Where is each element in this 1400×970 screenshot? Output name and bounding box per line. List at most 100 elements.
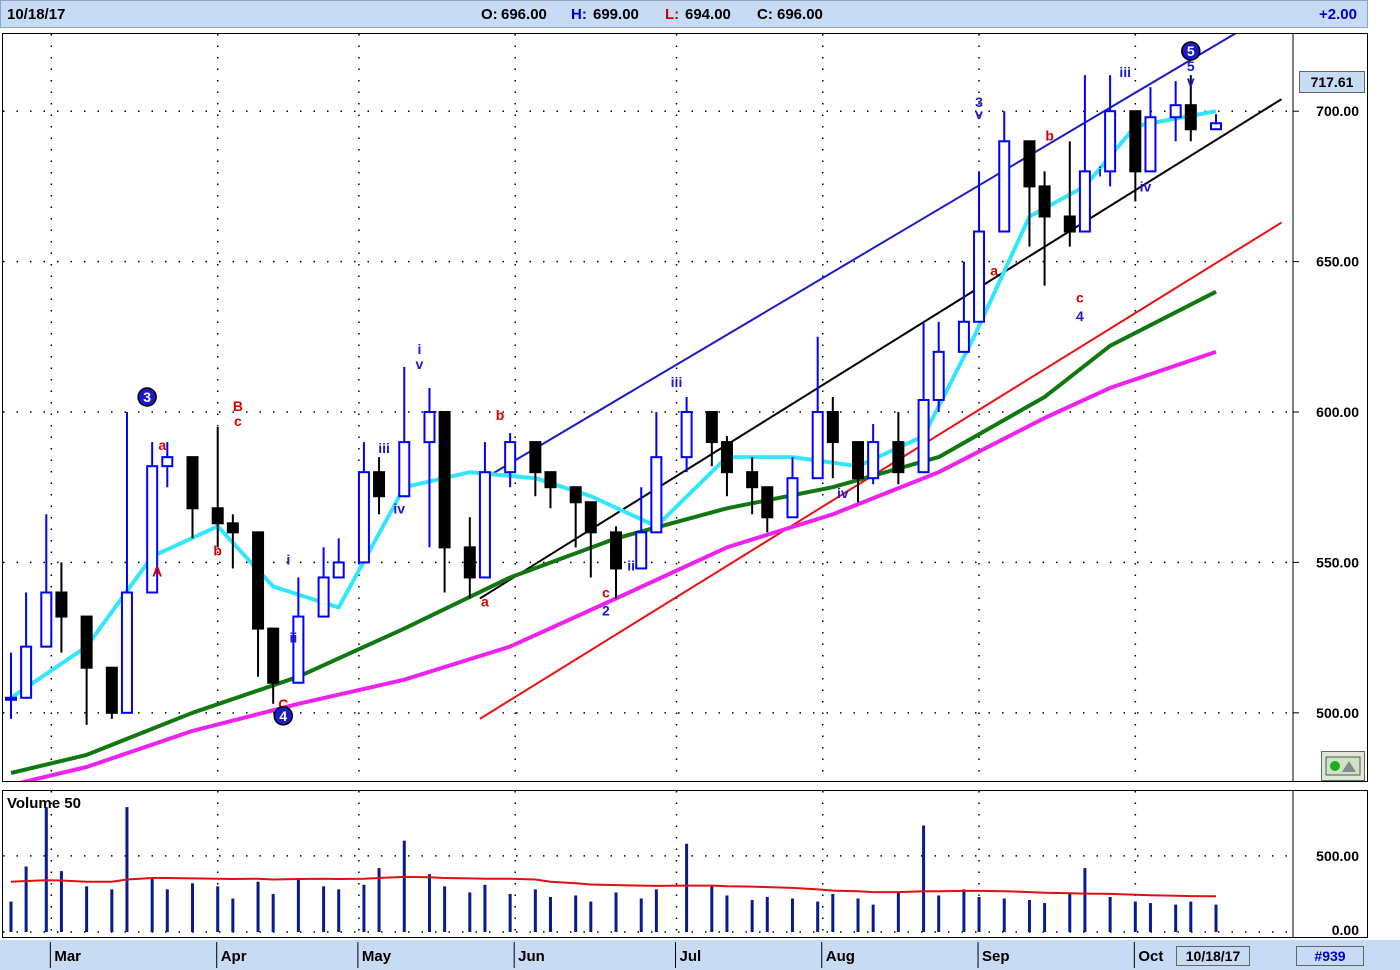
candle-body	[569, 486, 582, 504]
price-candle	[811, 336, 824, 480]
candle-body	[438, 411, 451, 549]
wave-label: iii	[671, 374, 683, 390]
candle-body	[226, 522, 239, 534]
candle-body	[852, 441, 865, 480]
price-candle	[569, 486, 582, 548]
candle-body	[332, 561, 345, 579]
low-value: 694.00	[685, 6, 731, 23]
month-label: May	[362, 948, 392, 965]
wave-label: iv	[393, 500, 405, 516]
wave-label: iii	[1119, 64, 1131, 80]
price-candle	[55, 562, 68, 653]
price-candle	[463, 517, 476, 599]
wave-label: ii	[289, 630, 297, 646]
candle-body	[1144, 116, 1157, 173]
price-candle	[761, 486, 774, 533]
upper-channel-line	[479, 34, 1237, 483]
price-candle	[40, 514, 53, 648]
price-candle	[252, 531, 265, 677]
price-candle	[373, 457, 386, 515]
candle-body	[504, 441, 517, 474]
price-candle	[1169, 81, 1182, 142]
open-value: 696.00	[501, 6, 547, 23]
wave-label: v	[975, 106, 983, 122]
close-value: 696.00	[777, 6, 823, 23]
price-chart[interactable]: 700.00650.00600.00550.00500.003aABcbC4ii…	[3, 34, 1367, 781]
low-label: L:	[665, 6, 680, 23]
candle-body	[1038, 185, 1051, 218]
price-candle	[423, 387, 436, 548]
symbol-count-badge[interactable]: #939	[1296, 946, 1364, 966]
price-candle	[1023, 140, 1036, 247]
price-candle	[357, 442, 370, 564]
candle-body	[867, 441, 880, 480]
wave-label: iv	[1140, 178, 1152, 194]
candle-body	[761, 486, 774, 519]
candle-body	[1063, 215, 1076, 233]
price-candle	[610, 526, 623, 599]
volume-chart[interactable]: 500.00 0.00	[3, 791, 1367, 937]
candle-body	[892, 441, 905, 474]
wave-label: v	[1187, 73, 1195, 89]
candle-body	[826, 411, 839, 444]
price-candle	[120, 412, 133, 714]
wave-label: A	[152, 563, 162, 579]
price-candle	[20, 592, 33, 699]
price-candle	[680, 396, 693, 473]
wave-label: 5	[1187, 58, 1195, 74]
wave-label: B	[233, 398, 243, 414]
price-tick-label: 550.00	[1316, 554, 1359, 570]
candle-body	[1210, 122, 1222, 131]
wave-label-circle: 3	[137, 387, 157, 407]
price-candle	[1144, 87, 1157, 173]
volume-panel[interactable]: 500.00 0.00 Volume 50	[2, 790, 1368, 938]
wave-label: 4	[1076, 308, 1084, 324]
candle-body	[998, 140, 1011, 233]
tools-icon	[1325, 756, 1361, 776]
price-candle	[332, 538, 345, 579]
wave-label: c	[1076, 290, 1084, 306]
candle-body	[357, 471, 370, 564]
price-candle	[1104, 75, 1117, 187]
candle-body	[398, 441, 411, 498]
candle-body	[584, 501, 597, 534]
price-panel[interactable]: 700.00 650.00 600.00 550.00 500.00 3 a A Bc b C 4 ii…	[2, 33, 1368, 782]
price-candle	[1078, 75, 1091, 233]
wave-label: a	[481, 594, 489, 610]
chart-settings-icon[interactable]	[1321, 751, 1365, 781]
price-candle	[892, 412, 905, 485]
price-candle	[998, 111, 1011, 233]
candle-body	[423, 411, 436, 444]
candle-body	[211, 507, 224, 525]
open-label: O:	[481, 6, 498, 23]
wave-label: c	[602, 584, 610, 600]
candle-body	[529, 441, 542, 474]
month-label: Oct	[1138, 948, 1163, 965]
candle-body	[478, 471, 491, 579]
candle-body	[55, 591, 68, 618]
candle-body	[1104, 110, 1117, 173]
candle-body	[1184, 104, 1197, 131]
candle-body	[746, 471, 759, 489]
price-tick-label: 650.00	[1316, 254, 1359, 270]
price-candle	[317, 547, 330, 618]
candle-body	[957, 320, 970, 353]
candle-body	[267, 627, 280, 684]
price-candle	[786, 457, 799, 519]
candle-body	[720, 441, 733, 474]
wave-label: i	[286, 551, 290, 567]
close-label: C:	[757, 6, 773, 23]
candle-body	[20, 645, 33, 699]
candle-body	[1078, 170, 1091, 233]
price-candle	[504, 433, 517, 488]
candle-body	[1169, 104, 1182, 119]
wave-label: iv	[837, 485, 849, 501]
lower-trend-line	[479, 221, 1283, 720]
candle-body	[161, 456, 174, 468]
price-candle	[438, 411, 451, 593]
candle-body	[917, 398, 930, 474]
price-candle	[720, 436, 733, 497]
month-label: Aug	[826, 948, 855, 965]
candle-body	[1023, 140, 1036, 188]
candle-body	[680, 411, 693, 459]
